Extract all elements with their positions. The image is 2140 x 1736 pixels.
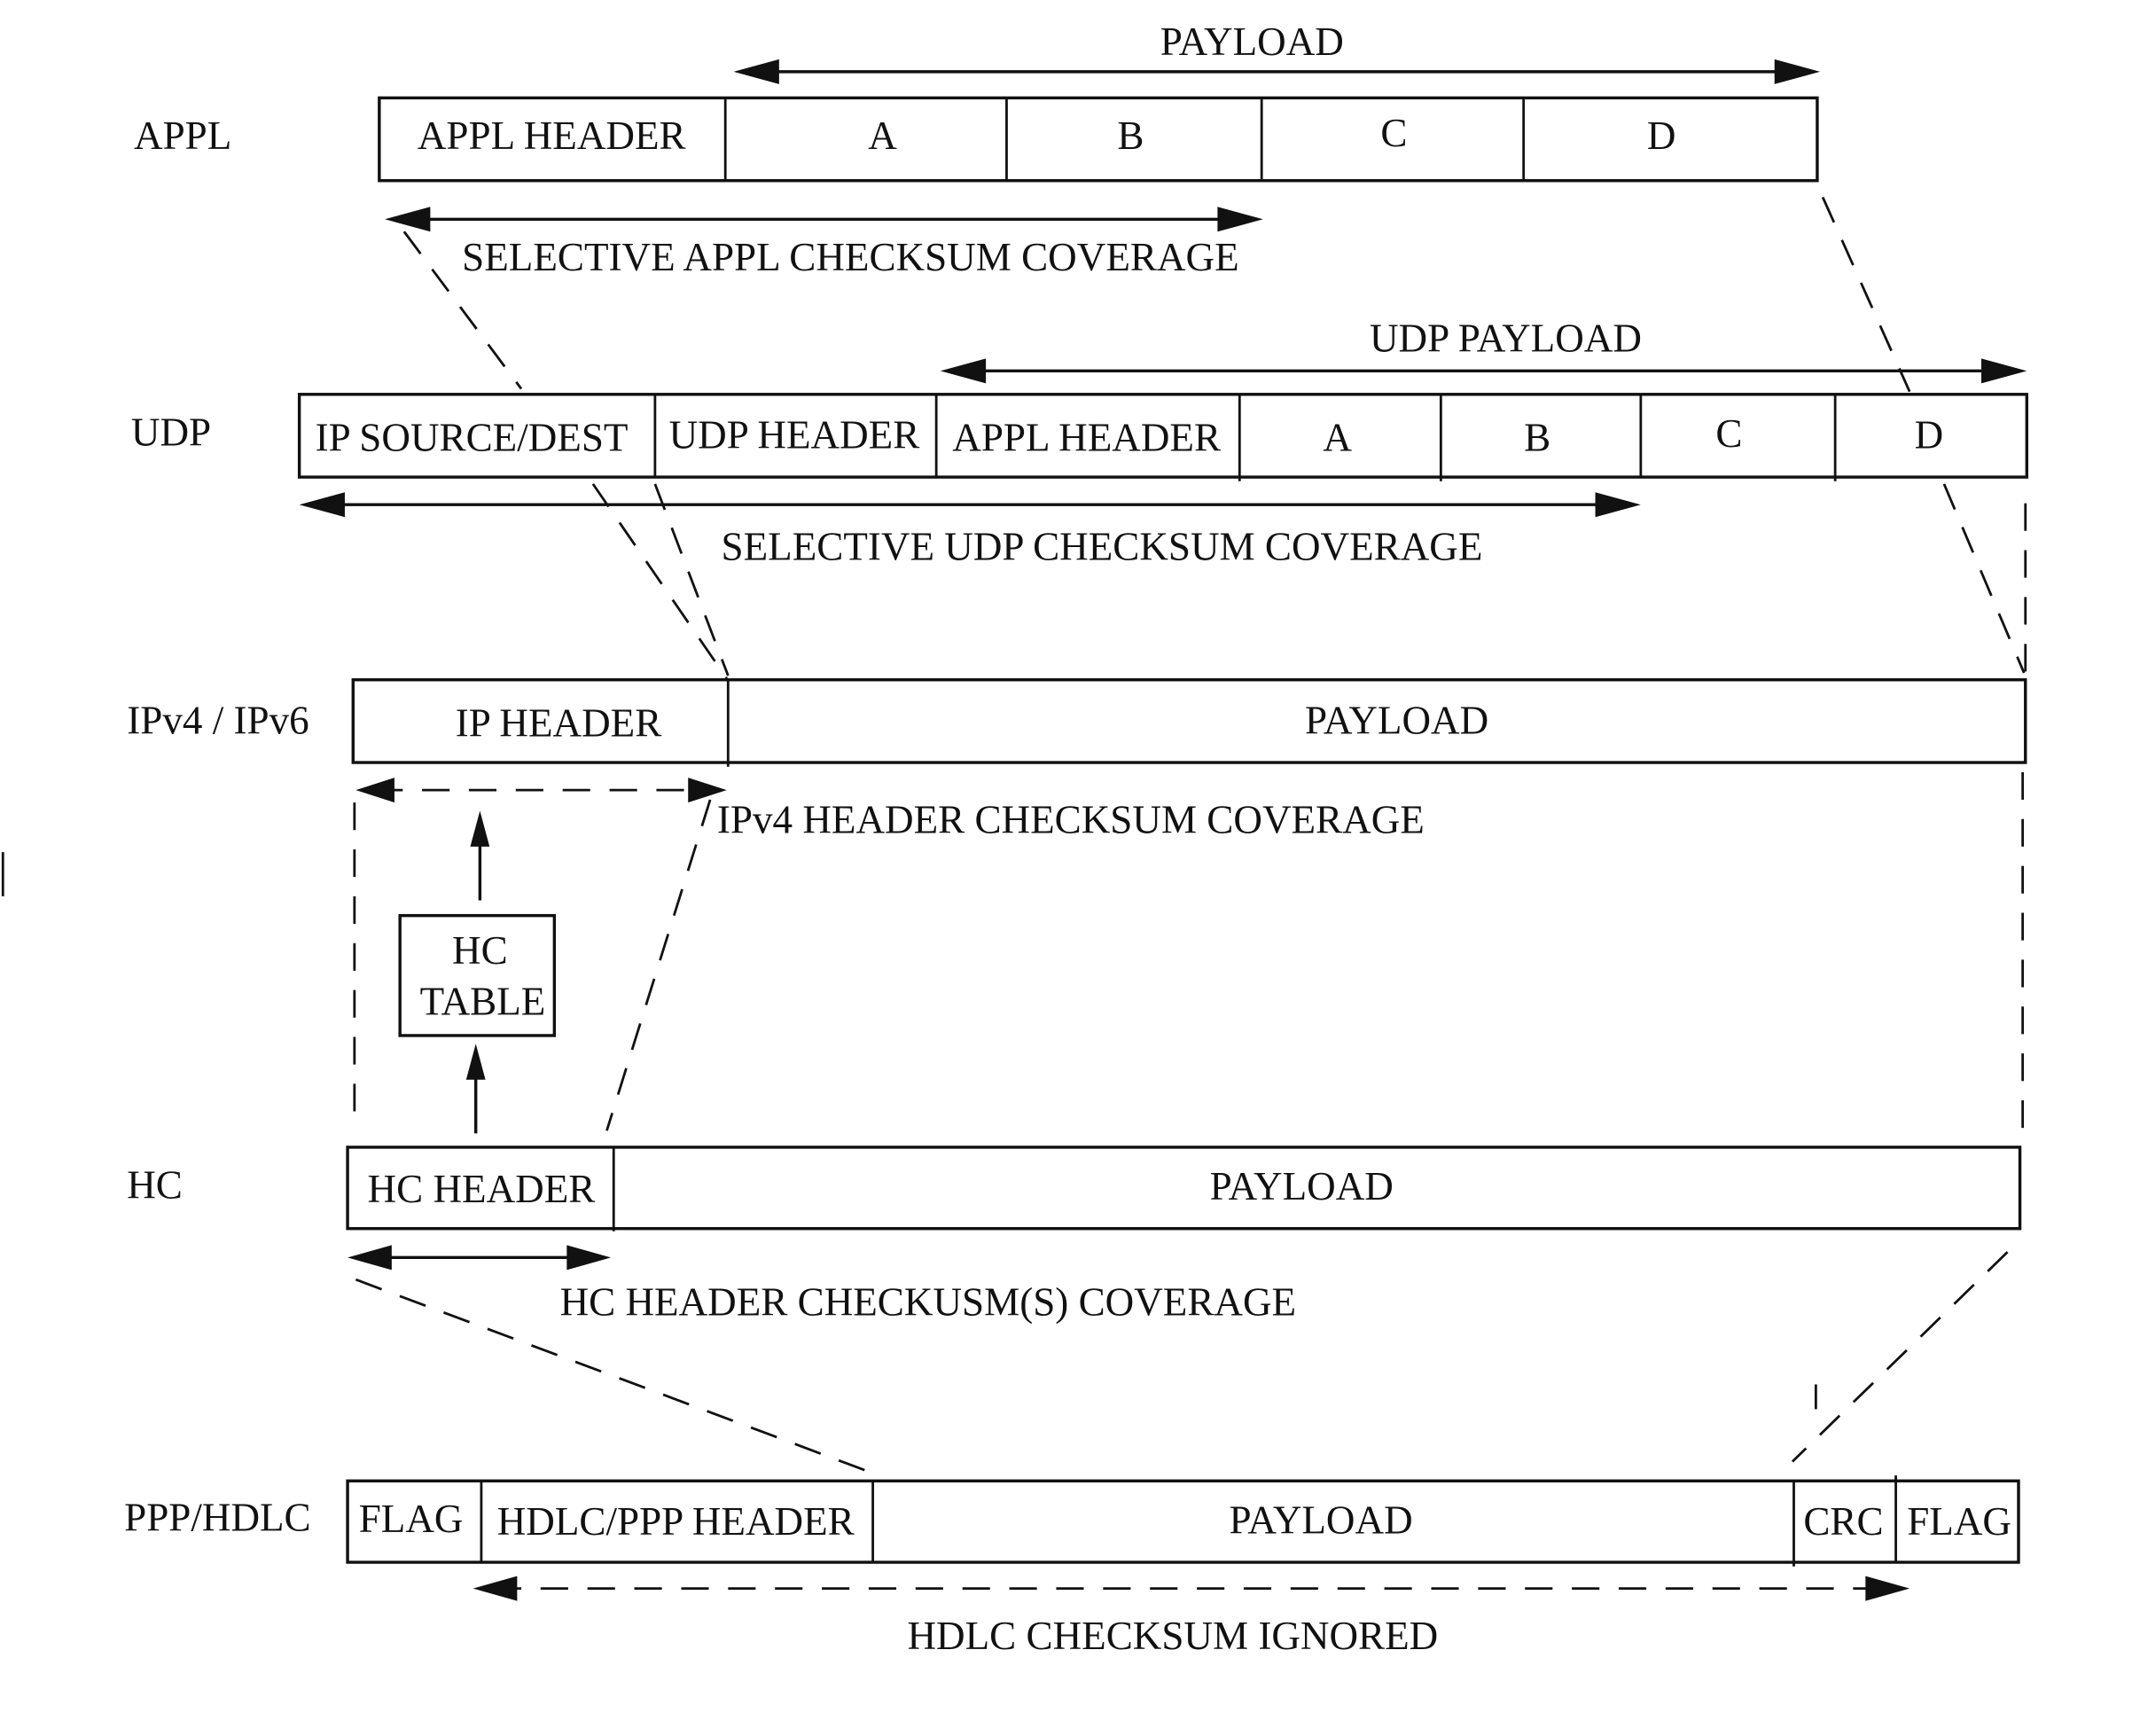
- ppp-field-header: HDLC/PPP HEADER: [497, 1499, 855, 1544]
- layer-label-hc: HC: [127, 1162, 183, 1207]
- udp-field-c: C: [1715, 411, 1742, 456]
- udp-payload-arrow: [940, 358, 2027, 384]
- hc-table-up-arrow: [470, 810, 490, 901]
- layer-label-ip: IPv4 / IPv6: [127, 698, 309, 742]
- udp-payload-label: UDP PAYLOAD: [1370, 317, 1642, 361]
- projection-line: [653, 483, 730, 676]
- ip-field-payload: PAYLOAD: [1305, 698, 1488, 742]
- appl-field-c: C: [1380, 111, 1407, 155]
- udp-field-a: A: [1323, 416, 1352, 460]
- ppp-packet: FLAG HDLC/PPP HEADER PAYLOAD CRC FLAG: [346, 1475, 2020, 1567]
- ppp-field-crc: CRC: [1803, 1499, 1883, 1544]
- udp-packet: IP SOURCE/DEST UDP HEADER APPL HEADER A …: [297, 393, 2029, 481]
- layer-label-ppp: PPP/HDLC: [124, 1495, 311, 1539]
- hc-table-line2: TABLE: [420, 980, 546, 1024]
- appl-field-header: APPL HEADER: [418, 113, 687, 158]
- ipv4-checksum-arrow: [355, 778, 727, 803]
- appl-packet: APPL HEADER A B C D: [378, 96, 1819, 183]
- appl-field-d: D: [1647, 113, 1676, 158]
- udp-field-header: UDP HEADER: [669, 412, 921, 457]
- appl-checksum-label: SELECTIVE APPL CHECKSUM COVERAGE: [462, 235, 1238, 279]
- udp-field-appl-header: APPL HEADER: [952, 416, 1222, 460]
- layer-label-appl: APPL: [134, 113, 231, 158]
- projection-line: [1821, 196, 1911, 393]
- appl-payload-label: PAYLOAD: [1160, 20, 1344, 64]
- projection-line: [1791, 1251, 2009, 1463]
- protocol-checksum-diagram: APPL PAYLOAD APPL HEADER A B C D SELECTI…: [1, 20, 2029, 1658]
- ipv4-checksum-label: IPv4 HEADER CHECKSUM COVERAGE: [717, 797, 1425, 841]
- appl-field-b: B: [1117, 113, 1144, 158]
- hc-field-header: HC HEADER: [368, 1167, 597, 1211]
- ppp-field-payload: PAYLOAD: [1229, 1497, 1412, 1542]
- projection-line: [1942, 483, 2026, 674]
- hc-checksum-arrow: [348, 1245, 612, 1271]
- udp-field-d: D: [1915, 412, 1944, 457]
- udp-checksum-label: SELECTIVE UDP CHECKSUM COVERAGE: [722, 524, 1483, 568]
- ppp-field-flag-start: FLAG: [359, 1497, 464, 1541]
- ip-field-header: IP HEADER: [456, 700, 662, 745]
- hc-checksum-label: HC HEADER CHECKUSM(S) COVERAGE: [560, 1280, 1297, 1325]
- udp-field-b: B: [1524, 416, 1550, 460]
- projection-line: [591, 483, 728, 679]
- hc-table-line1: HC: [452, 928, 508, 973]
- hc-header-up-arrow: [465, 1044, 486, 1134]
- hc-table-box: HC TABLE: [398, 913, 557, 1037]
- hc-field-payload: PAYLOAD: [1210, 1164, 1394, 1208]
- udp-field-ip-src-dest: IP SOURCE/DEST: [316, 416, 629, 460]
- projection-line: [605, 799, 712, 1131]
- hdlc-checksum-arrow: [473, 1576, 1910, 1601]
- layer-label-udp: UDP: [131, 410, 211, 454]
- ppp-field-flag-end: FLAG: [1907, 1499, 2011, 1544]
- hc-packet: HC HEADER PAYLOAD: [346, 1146, 2022, 1232]
- hdlc-checksum-label: HDLC CHECKSUM IGNORED: [907, 1614, 1438, 1658]
- appl-checksum-arrow: [385, 207, 1263, 232]
- udp-checksum-arrow: [299, 492, 1641, 518]
- ip-packet: IP HEADER PAYLOAD: [351, 678, 2027, 767]
- appl-field-a: A: [868, 113, 897, 158]
